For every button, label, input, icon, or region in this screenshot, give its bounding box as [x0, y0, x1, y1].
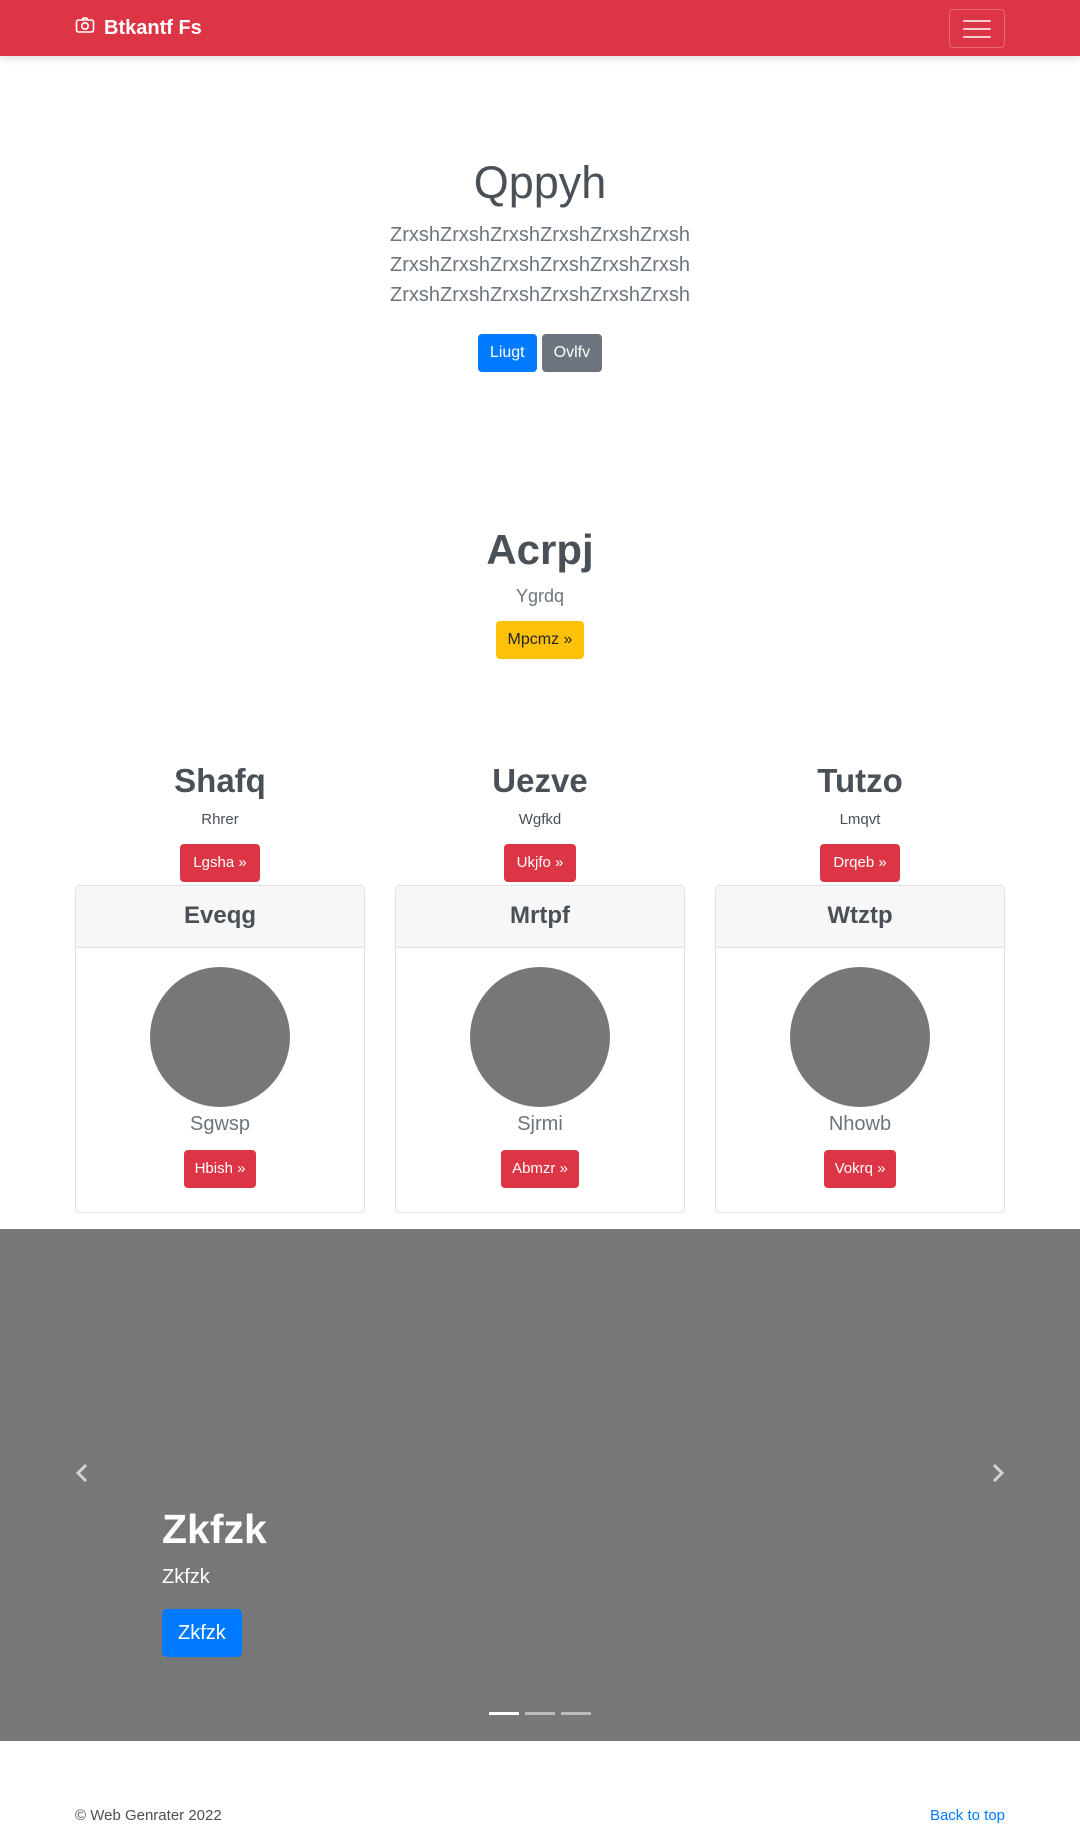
card-name: Sjrmi — [517, 1112, 563, 1135]
footer-copyright: © Web Genrater 2022 — [75, 1806, 222, 1824]
carousel-title: Zkfzk — [162, 1505, 267, 1552]
carousel-next-button[interactable] — [988, 1453, 1008, 1493]
hero-primary-button[interactable]: Liugt — [477, 334, 537, 372]
hamburger-icon-bar — [963, 35, 991, 38]
navbar-brand[interactable]: Btkantf Fs — [75, 0, 202, 56]
avatar — [150, 966, 290, 1107]
navbar-toggler-button[interactable] — [949, 9, 1005, 48]
brand-label: Btkantf Fs — [104, 16, 202, 39]
columns-row: Shafq Rhrer Lgsha » Uezve Wgfkd Ukjfo » … — [0, 761, 1080, 882]
profile-card: Wtztp Nhowb Vokrq » — [715, 884, 1005, 1213]
carousel-caption: Zkfzk Zkfzk Zkfzk — [162, 1505, 267, 1657]
feature-section: Acrpj Ygrdq Mpcmz » — [0, 526, 1080, 761]
hero-buttons: Liugt Ovlfv — [0, 334, 1080, 372]
chevron-right-icon — [988, 1463, 1008, 1497]
column-title: Uezve — [492, 762, 588, 799]
column-title: Tutzo — [817, 762, 903, 799]
column-item: Shafq Rhrer Lgsha » — [75, 761, 365, 882]
carousel-button[interactable]: Zkfzk — [162, 1608, 242, 1657]
avatar — [790, 966, 930, 1107]
carousel-text: Zkfzk — [162, 1565, 210, 1588]
carousel-indicator[interactable] — [489, 1711, 519, 1715]
hero-title: Qppyh — [473, 157, 607, 208]
card-header: Eveqg — [76, 885, 364, 948]
column-button[interactable]: Drqeb » — [820, 843, 900, 882]
column-button[interactable]: Ukjfo » — [503, 843, 577, 882]
carousel-indicator[interactable] — [561, 1711, 591, 1715]
carousel-prev-button[interactable] — [72, 1453, 92, 1493]
hamburger-icon-bar — [963, 27, 991, 30]
back-to-top-link[interactable]: Back to top — [930, 1807, 1005, 1824]
column-item: Tutzo Lmqvt Drqeb » — [715, 761, 1005, 882]
column-text: Lmqvt — [839, 810, 881, 828]
chevron-left-icon — [72, 1463, 92, 1497]
card-name: Sgwsp — [189, 1112, 251, 1135]
column-item: Uezve Wgfkd Ukjfo » — [395, 761, 685, 882]
feature-text: Ygrdq — [515, 586, 565, 607]
hero-section: Qppyh ZrxshZrxshZrxshZrxshZrxshZrxsh Zrx… — [0, 56, 1080, 526]
card-button[interactable]: Hbish » — [183, 1149, 257, 1188]
profile-card: Eveqg Sgwsp Hbish » — [75, 884, 365, 1213]
hero-lead: ZrxshZrxshZrxshZrxshZrxshZrxsh ZrxshZrxs… — [390, 224, 690, 306]
camera-icon — [75, 15, 95, 41]
footer: © Web Genrater 2022 Back to top — [0, 1741, 1080, 1831]
card-header: Mrtpf — [396, 885, 684, 948]
feature-button[interactable]: Mpcmz » — [495, 621, 585, 660]
card-button[interactable]: Vokrq » — [823, 1149, 897, 1188]
avatar — [470, 966, 610, 1107]
navbar: Btkantf Fs — [0, 0, 1080, 56]
column-title: Shafq — [174, 762, 266, 799]
column-text: Rhrer — [201, 810, 239, 828]
carousel-indicator[interactable] — [525, 1711, 555, 1715]
feature-title: Acrpj — [486, 526, 594, 573]
card-name: Nhowb — [828, 1112, 892, 1135]
carousel: Zkfzk Zkfzk Zkfzk — [0, 1228, 1080, 1741]
profile-card: Mrtpf Sjrmi Abmzr » — [395, 884, 685, 1213]
column-button[interactable]: Lgsha » — [180, 843, 260, 882]
hamburger-icon-bar — [963, 19, 991, 22]
card-header: Wtztp — [716, 885, 1004, 948]
card-button[interactable]: Abmzr » — [501, 1149, 579, 1188]
carousel-indicators — [0, 1711, 1080, 1715]
cards-row: Eveqg Sgwsp Hbish » Mrtpf Sjrmi Abmzr » … — [0, 884, 1080, 1213]
column-text: Wgfkd — [518, 810, 562, 828]
hero-secondary-button[interactable]: Ovlfv — [541, 334, 603, 372]
